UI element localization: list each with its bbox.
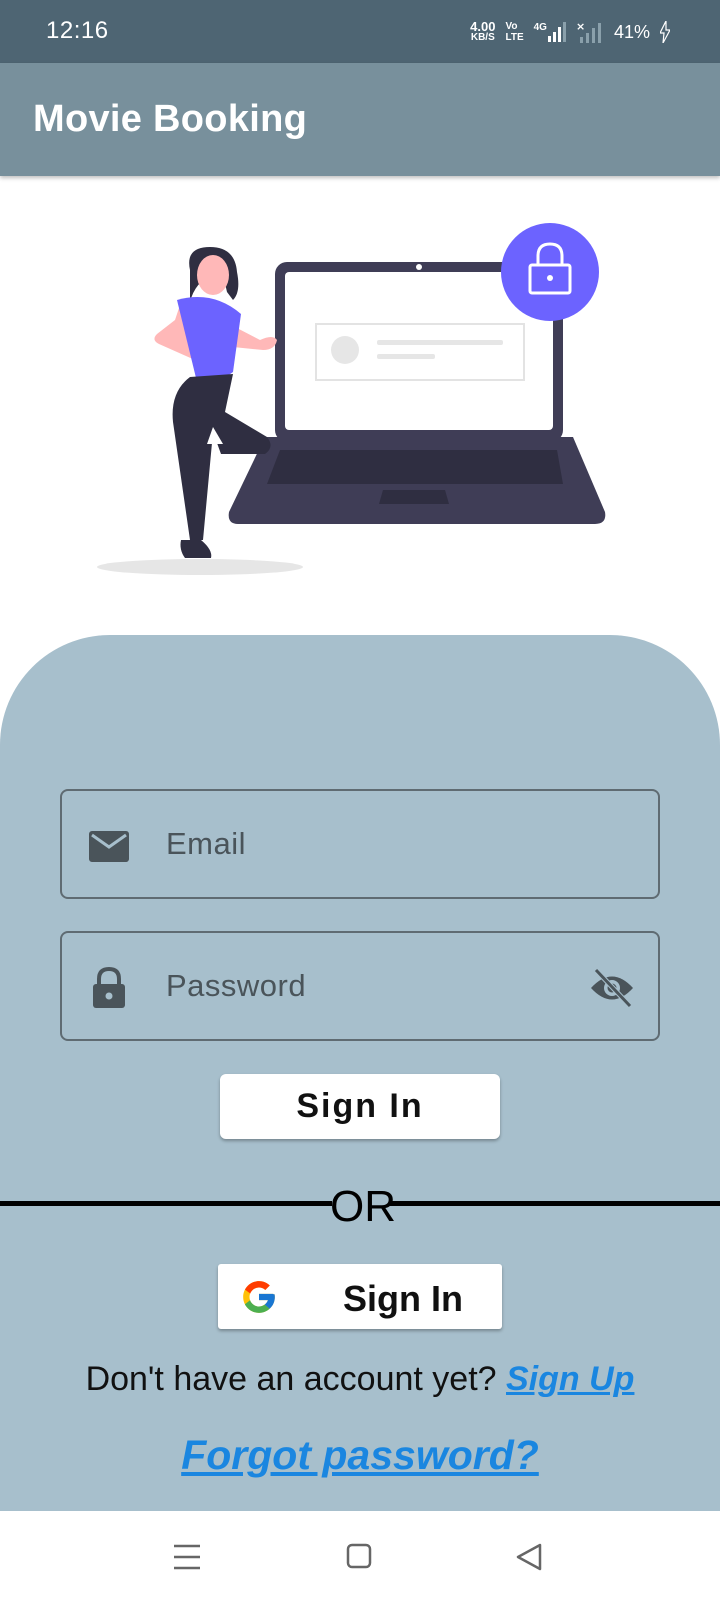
status-icons: 4.00 KB/S Vo LTE 4G × 41%: [470, 18, 670, 46]
screen: 12:16 4.00 KB/S Vo LTE 4G × 41% Movie Bo…: [0, 0, 720, 1600]
password-placeholder: Password: [166, 968, 307, 1003]
password-field[interactable]: Password: [60, 931, 660, 1041]
menu-icon[interactable]: [170, 1539, 206, 1575]
volte-top: Vo: [505, 21, 518, 32]
sign-up-link[interactable]: Sign Up: [506, 1360, 634, 1398]
lock-badge: [501, 223, 599, 321]
sign-in-button[interactable]: Sign In: [220, 1074, 500, 1139]
floor-shadow: [97, 559, 303, 575]
google-sign-in-label: Sign In: [343, 1278, 463, 1319]
google-logo-icon: [243, 1281, 275, 1313]
app-bar: Movie Booking: [0, 63, 720, 176]
network-type: 4G: [533, 22, 547, 33]
email-field[interactable]: Email: [60, 789, 660, 899]
google-sign-in-button[interactable]: Sign In: [218, 1264, 502, 1329]
signal-bars-icon: [547, 22, 566, 42]
email-placeholder: Email: [166, 826, 247, 861]
visibility-off-icon[interactable]: [588, 965, 636, 1011]
status-time: 12:16: [46, 17, 109, 44]
network-speed: 4.00 KB/S: [470, 19, 496, 43]
status-bar: 12:16 4.00 KB/S Vo LTE 4G × 41%: [0, 0, 720, 63]
divider-line-right: [390, 1201, 720, 1206]
volte-indicator: Vo LTE: [505, 21, 523, 43]
system-nav-bar: [0, 1511, 720, 1600]
network-speed-unit: KB/S: [470, 32, 495, 43]
no-signal-icon: ×: [576, 21, 601, 43]
charging-icon: [660, 21, 670, 43]
or-divider: OR: [0, 1180, 720, 1231]
login-illustration: [97, 223, 606, 575]
mail-icon: [89, 831, 129, 862]
network-speed-value: 4.00: [470, 19, 496, 34]
forgot-password-link[interactable]: Forgot password?: [0, 1432, 720, 1479]
home-square-icon[interactable]: [342, 1539, 378, 1575]
lock-icon: [93, 967, 125, 1008]
battery-level: 41%: [613, 21, 650, 42]
svg-text:×: ×: [576, 21, 585, 33]
signup-prompt-text: Don't have an account yet?: [85, 1360, 506, 1398]
or-label: OR: [330, 1182, 396, 1231]
signal-4g-icon: 4G: [534, 22, 566, 42]
volte-bottom: LTE: [505, 32, 524, 43]
app-title: Movie Booking: [33, 98, 308, 140]
back-triangle-icon[interactable]: [512, 1539, 548, 1575]
divider-line-left: [0, 1201, 332, 1206]
signup-prompt: Don't have an account yet? Sign Up: [0, 1360, 720, 1399]
